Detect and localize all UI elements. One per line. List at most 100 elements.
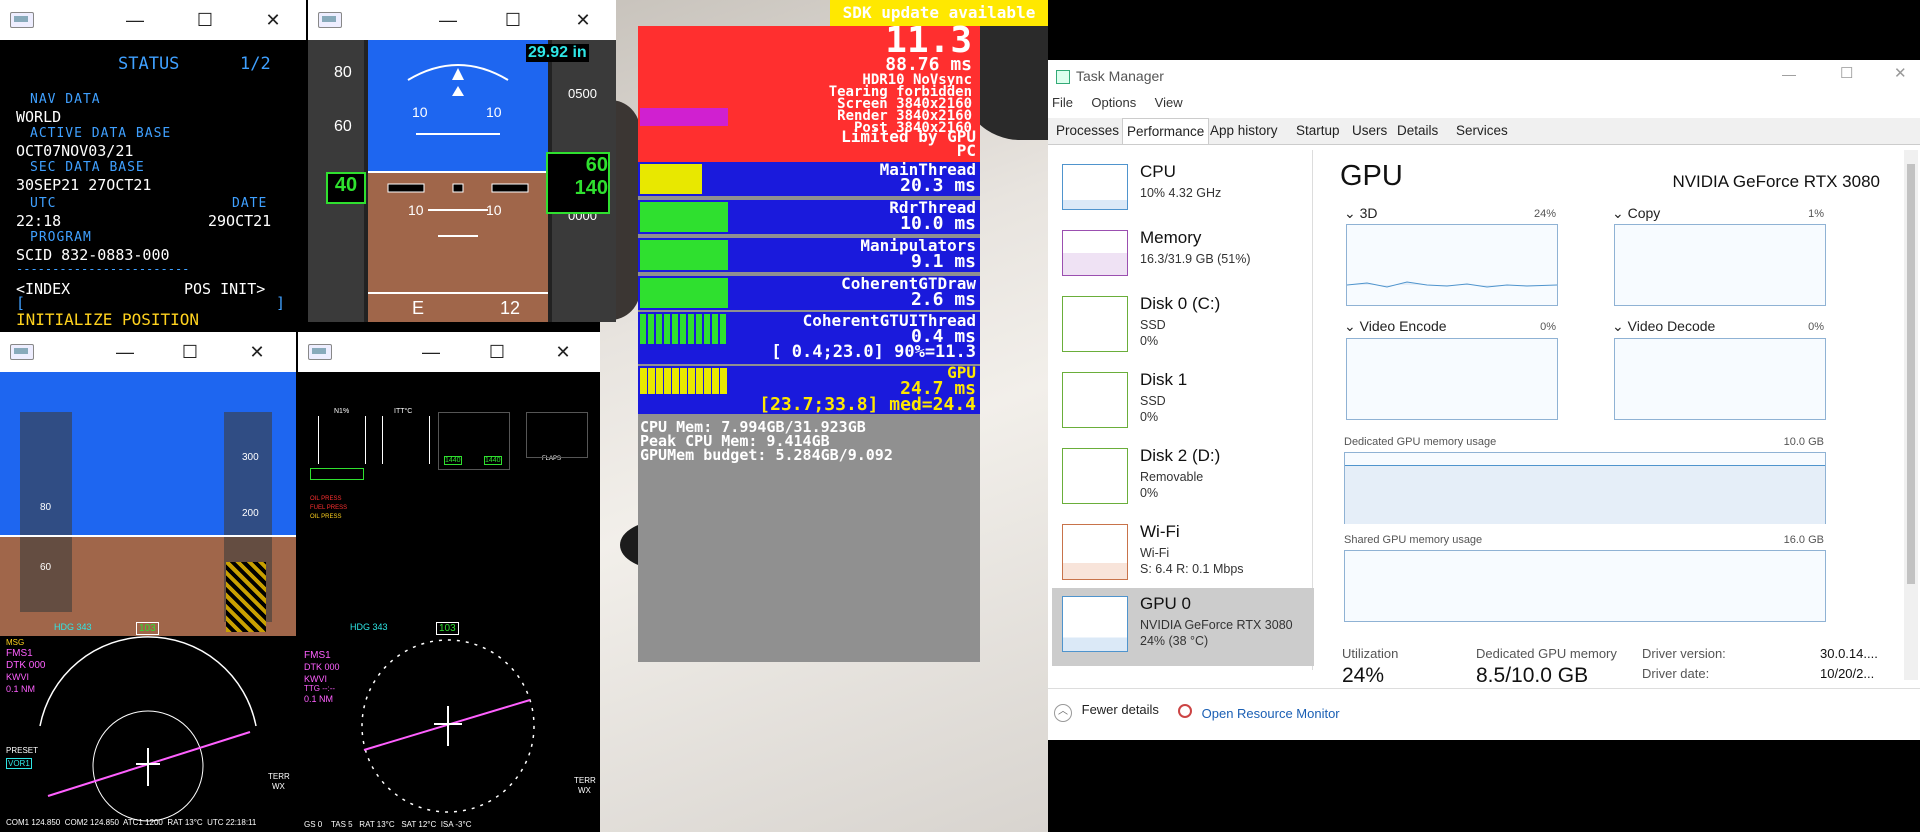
heading-readout: HDG 343 xyxy=(350,622,388,632)
date-label: DATE xyxy=(232,196,268,211)
sidebar-item-disk0[interactable]: Disk 0 (C:) SSD 0% xyxy=(1052,288,1314,362)
scrollbar[interactable] xyxy=(1904,150,1918,680)
sidebar-item-wifi[interactable]: Wi-Fi Wi-Fi S: 6.4 R: 0.1 Mbps xyxy=(1052,516,1314,590)
fewer-details-button[interactable]: ︿ Fewer details xyxy=(1054,702,1159,722)
maximize-button[interactable]: ☐ xyxy=(498,6,528,34)
tab-services[interactable]: Services xyxy=(1452,118,1512,143)
tab-performance[interactable]: Performance xyxy=(1122,118,1210,144)
menu-options[interactable]: Options xyxy=(1091,95,1136,110)
sidebar-item-gpu0[interactable]: GPU 0 NVIDIA GeForce RTX 3080 24% (38 °C… xyxy=(1052,588,1314,666)
window-title: Task Manager xyxy=(1076,68,1164,84)
altitude-readout: 60 140 xyxy=(546,152,610,214)
title-bar[interactable]: — ☐ ✕ xyxy=(0,332,296,372)
engine-copy-label[interactable]: ⌄ Copy xyxy=(1612,205,1660,222)
menu-view[interactable]: View xyxy=(1155,95,1183,110)
altitude-200: 200 xyxy=(242,508,259,519)
sec-db-label: SEC DATA BASE xyxy=(30,160,145,175)
separator-dashes: ------------------------ xyxy=(16,262,190,276)
pitch-label: 10 xyxy=(486,202,502,218)
scrollbar-thumb[interactable] xyxy=(1907,164,1915,584)
engine-decode-label[interactable]: ⌄ Video Decode xyxy=(1612,318,1715,335)
sidebar-detail: 16.3/31.9 GB (51%) xyxy=(1140,252,1251,266)
altitude-mark: 0500 xyxy=(568,86,597,101)
pfd-screen: 80 60 40 10 10 10 10 E 12 0500 0000 29.9… xyxy=(308,40,616,322)
minimize-button[interactable]: — xyxy=(416,338,446,366)
title-bar[interactable]: — ☐ ✕ xyxy=(308,0,616,40)
engine-copy-graph xyxy=(1614,224,1826,306)
tab-users[interactable]: Users xyxy=(1348,118,1391,143)
fms-source: FMS1 xyxy=(6,648,33,659)
page-title: STATUS xyxy=(118,54,180,74)
close-button[interactable]: ✕ xyxy=(258,6,288,34)
close-button[interactable]: ✕ xyxy=(548,338,578,366)
heading-strip: E 12 xyxy=(368,292,548,322)
program-label: PROGRAM xyxy=(30,230,92,245)
sidebar-item-disk2[interactable]: Disk 2 (D:) Removable 0% xyxy=(1052,440,1314,514)
maximize-button[interactable]: ☐ xyxy=(482,338,512,366)
shared-mem-graph xyxy=(1344,550,1826,622)
open-resource-monitor-link[interactable]: Open Resource Monitor xyxy=(1178,704,1340,721)
ram-air-temp: RAT 13°C xyxy=(359,820,395,829)
utilization-value: 24% xyxy=(1342,664,1385,687)
engine-encode-label[interactable]: ⌄ Video Encode xyxy=(1344,318,1447,335)
heading-readout: HDG 343 xyxy=(54,622,92,632)
fuel-press-warning: FUEL PRESS xyxy=(310,505,348,511)
minimize-button[interactable]: — xyxy=(120,6,150,34)
ui-thread-range: [ 0.4;23.0] 90%=11.3 xyxy=(771,342,976,362)
sidebar-label: CPU xyxy=(1140,162,1176,181)
title-bar[interactable]: — ☐ ✕ xyxy=(298,332,600,372)
close-button[interactable]: ✕ xyxy=(568,6,598,34)
attitude-symbols xyxy=(387,64,529,237)
sidebar-detail: Removable xyxy=(1140,470,1204,484)
tab-startup[interactable]: Startup xyxy=(1292,118,1344,143)
weather-label: WX xyxy=(272,782,285,791)
sidebar-item-cpu[interactable]: CPU 10% 4.32 GHz xyxy=(1052,156,1314,230)
maximize-button[interactable]: ☐ xyxy=(1840,64,1853,82)
utc-time: UTC 22:18:11 xyxy=(207,818,257,827)
thread-value: 10.0 ms xyxy=(900,213,976,234)
minimize-button[interactable]: — xyxy=(110,338,140,366)
engine-decode-graph xyxy=(1614,338,1826,420)
shared-mem-max: 16.0 GB xyxy=(1783,534,1824,546)
close-button[interactable]: ✕ xyxy=(1894,64,1907,82)
tab-details[interactable]: Details xyxy=(1393,118,1442,143)
graph-line xyxy=(1347,281,1557,288)
page-number: 1/2 xyxy=(240,54,271,74)
speed-80: 80 xyxy=(334,64,352,81)
menu-file[interactable]: File xyxy=(1052,95,1073,110)
tab-app-history[interactable]: App history xyxy=(1206,118,1282,143)
maximize-button[interactable]: ☐ xyxy=(190,6,220,34)
thread-value: 20.3 ms xyxy=(900,175,976,196)
sidebar-label: Memory xyxy=(1140,228,1202,247)
terrain-label: TERR xyxy=(574,776,596,785)
ram-air-temp: RAT 13°C xyxy=(167,818,203,827)
disk-thumbnail xyxy=(1062,372,1128,428)
pitch-label: 10 xyxy=(412,104,428,120)
ui-thread-row: CoherentGTUIThread 0.4 ms [ 0.4;23.0] 90… xyxy=(638,312,980,364)
scratchpad: INITIALIZE POSITION xyxy=(16,310,200,329)
app-icon xyxy=(10,12,34,28)
title-bar[interactable]: — ☐ ✕ xyxy=(0,0,306,40)
sidebar-item-disk1[interactable]: Disk 1 SSD 0% xyxy=(1052,364,1314,438)
waypoint-distance: 0.1 NM xyxy=(6,684,36,694)
memory-stats: CPU Mem: 7.994GB/31.923GB Peak CPU Mem: … xyxy=(640,420,893,464)
engine-3d-label[interactable]: ⌄ 3D xyxy=(1344,205,1378,222)
vor-source: VOR1 xyxy=(6,758,32,769)
maximize-button[interactable]: ☐ xyxy=(175,338,205,366)
pfd-mfd-screen: 80 60 300 200 100 MSG HDG 343 103 FMS1 D… xyxy=(0,372,296,832)
minimize-button[interactable]: — xyxy=(433,6,463,34)
sidebar-usage: 0% xyxy=(1140,410,1159,424)
platform: PC xyxy=(956,141,976,160)
tab-processes[interactable]: Processes xyxy=(1052,118,1123,143)
dedicated-mem-stat-label: Dedicated GPU memory xyxy=(1476,646,1617,661)
baro-setting: 29.92 in xyxy=(526,44,589,62)
minimize-button[interactable]: — xyxy=(1782,66,1796,82)
sidebar-item-memory[interactable]: Memory 16.3/31.9 GB (51%) xyxy=(1052,222,1314,296)
disk-thumbnail xyxy=(1062,296,1128,352)
gpu-mem-budget: GPUMem budget: 5.284GB/9.092 xyxy=(640,446,893,464)
sidebar-usage: 0% xyxy=(1140,486,1159,500)
fps-value: 11.3 xyxy=(885,20,972,61)
heading-e: E xyxy=(412,298,425,318)
pos-init-lsk[interactable]: POS INIT> xyxy=(184,280,265,298)
close-button[interactable]: ✕ xyxy=(242,338,272,366)
